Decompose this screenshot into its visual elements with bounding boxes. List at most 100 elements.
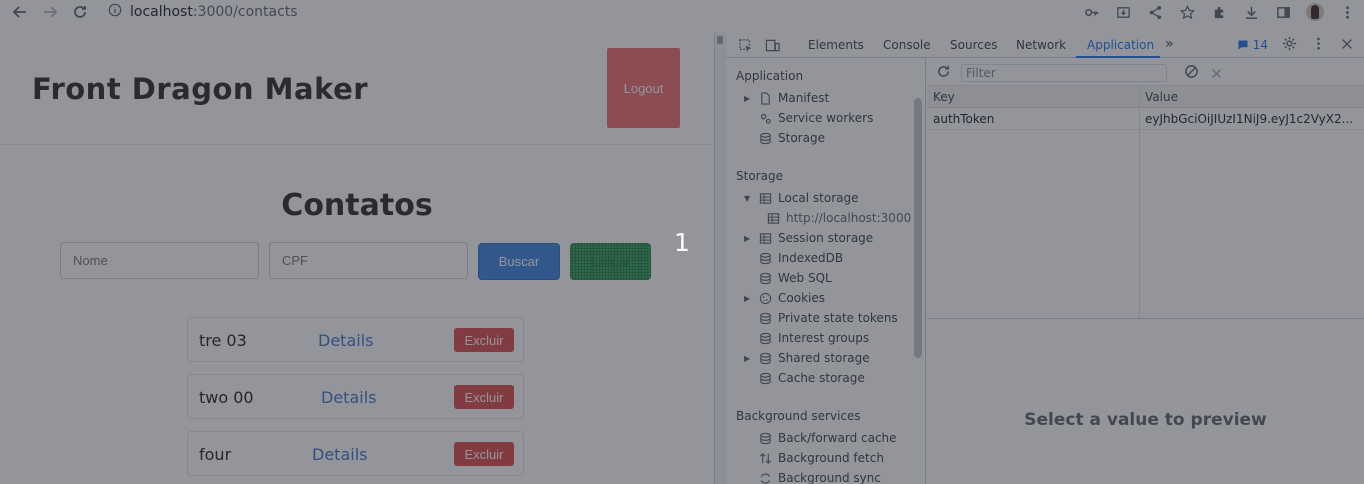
sidebar-item-label: Service workers [778, 111, 874, 125]
downloads-icon[interactable] [1242, 3, 1260, 21]
close-devtools-icon[interactable] [1340, 37, 1354, 54]
bookmark-star-icon[interactable] [1178, 3, 1196, 21]
browser-toolbar: localhost:3000/contacts [0, 0, 1364, 24]
storage-table-header: Key Value [927, 86, 1364, 108]
sidebar-item-indexeddb[interactable]: IndexedDB [758, 248, 843, 268]
database-icon [758, 251, 772, 265]
sidebar-scrollbar[interactable] [914, 98, 922, 358]
table-row[interactable]: authToken eyJhbGciOiJIUzI1NiJ9.eyJ1c2VyX… [927, 108, 1364, 130]
web-page: Front Dragon Maker Logout Contatos Busca… [0, 32, 714, 484]
sidebar-item-label: http://localhost:3000 [786, 211, 912, 225]
sidebar-item-label: Background fetch [778, 451, 884, 465]
sidebar-item-label: Shared storage [778, 351, 870, 365]
install-app-icon[interactable] [1114, 3, 1132, 21]
url-path: :3000/contacts [192, 4, 298, 20]
contact-name: tre 03 [199, 331, 247, 350]
table-grid-icon [758, 231, 772, 245]
sidebar-item-interest-groups[interactable]: Interest groups [758, 328, 869, 348]
expand-arrow-icon[interactable]: ▶ [744, 94, 752, 103]
sidebar-item-shared-storage[interactable]: ▶ Shared storage [744, 348, 870, 368]
delete-button[interactable]: Excluir [454, 442, 514, 466]
site-info-icon[interactable] [108, 3, 122, 21]
value-column-header[interactable]: Value [1145, 90, 1178, 104]
browser-menu-kebab-icon[interactable] [1338, 3, 1356, 21]
sidebar-item-label: Private state tokens [778, 311, 898, 325]
key-icon[interactable] [1082, 3, 1100, 21]
sidebar-heading-background-services: Background services [736, 409, 861, 423]
contact-name: four [199, 445, 232, 464]
reload-icon[interactable] [70, 2, 90, 22]
refresh-icon[interactable] [936, 64, 951, 83]
messages-badge[interactable]: 14 [1237, 38, 1268, 52]
filter-input[interactable]: Filter [961, 64, 1167, 82]
share-icon[interactable] [1146, 3, 1164, 21]
tab-network[interactable]: Network [1016, 38, 1066, 52]
up-down-arrows-icon [758, 451, 772, 465]
address-bar[interactable]: localhost:3000/contacts [108, 3, 298, 21]
settings-gear-icon[interactable] [1282, 36, 1297, 54]
sidebar-item-cookies[interactable]: ▶ Cookies [744, 288, 825, 308]
devtools-tab-bar: Elements Console Sources Network Applica… [726, 32, 1364, 58]
expand-arrow-icon[interactable]: ▶ [744, 234, 752, 243]
details-link[interactable]: Details [312, 445, 367, 464]
tab-elements[interactable]: Elements [808, 38, 864, 52]
tab-console[interactable]: Console [883, 38, 931, 52]
splitter-grip-handle[interactable] [717, 36, 723, 44]
sidebar-item-label: Storage [778, 131, 825, 145]
delete-button[interactable]: Excluir [454, 385, 514, 409]
message-icon [1238, 40, 1248, 50]
details-link[interactable]: Details [321, 388, 376, 407]
sidebar-item-background-fetch[interactable]: Background fetch [758, 448, 884, 468]
extensions-puzzle-icon[interactable] [1210, 3, 1228, 21]
storage-toolbar: Filter [927, 58, 1364, 86]
table-grid-icon [766, 211, 780, 225]
forward-arrow-icon[interactable] [40, 2, 60, 22]
expand-arrow-icon[interactable]: ▶ [744, 354, 752, 363]
preview-pane-divider[interactable] [927, 318, 1364, 319]
sidebar-item-label: Session storage [778, 231, 874, 245]
sidebar-item-label: Back/forward cache [778, 431, 897, 445]
sidebar-heading-application: Application [736, 69, 804, 83]
clear-all-block-icon[interactable] [1184, 64, 1199, 83]
device-toolbar-icon[interactable] [763, 36, 781, 54]
back-arrow-icon[interactable] [10, 2, 30, 22]
contact-card: tre 03 Details Excluir [187, 317, 524, 362]
details-link[interactable]: Details [318, 331, 373, 350]
side-panel-icon[interactable] [1274, 3, 1292, 21]
devtools-actions: 14 [1237, 36, 1354, 54]
sidebar-item-service-workers[interactable]: Service workers [758, 108, 873, 128]
sidebar-item-background-sync[interactable]: Background sync [758, 468, 881, 484]
sidebar-item-cache-storage[interactable]: Cache storage [758, 368, 865, 388]
sidebar-item-storage[interactable]: Storage [758, 128, 825, 148]
expand-arrow-icon[interactable]: ▶ [744, 294, 752, 303]
collapse-arrow-icon[interactable]: ▼ [744, 194, 752, 203]
inspect-element-icon[interactable] [736, 36, 754, 54]
sidebar-item-label: Cache storage [778, 371, 865, 385]
cpf-search-input[interactable] [269, 242, 468, 279]
sidebar-item-localhost-origin[interactable]: http://localhost:3000 [766, 208, 911, 228]
clear-button[interactable]: Limpar [570, 243, 651, 280]
delete-button[interactable]: Excluir [454, 328, 514, 352]
sidebar-item-private-state-tokens[interactable]: Private state tokens [758, 308, 898, 328]
sidebar-item-manifest[interactable]: ▶ Manifest [744, 88, 829, 108]
search-button[interactable]: Buscar [478, 243, 560, 280]
logout-button[interactable]: Logout [607, 48, 680, 128]
sidebar-item-back-forward-cache[interactable]: Back/forward cache [758, 428, 897, 448]
tab-application[interactable]: Application [1087, 38, 1154, 52]
sidebar-item-label: Background sync [778, 471, 881, 484]
devtools-menu-kebab-icon[interactable] [1311, 36, 1326, 54]
more-tabs-chevron-icon[interactable]: » [1165, 36, 1174, 52]
key-column-header[interactable]: Key [933, 90, 955, 104]
profile-avatar[interactable] [1306, 3, 1324, 21]
tab-sources[interactable]: Sources [950, 38, 997, 52]
sidebar-item-session-storage[interactable]: ▶ Session storage [744, 228, 873, 248]
sidebar-item-label: Web SQL [778, 271, 832, 285]
delete-selected-x-icon[interactable] [1210, 65, 1223, 84]
devtools-splitter[interactable] [714, 32, 726, 484]
sidebar-item-local-storage[interactable]: ▼ Local storage [744, 188, 859, 208]
name-search-input[interactable] [60, 242, 259, 279]
storage-viewer: Filter Key Value authToken eyJhbGciOiJIU… [927, 58, 1364, 484]
sidebar-item-web-sql[interactable]: Web SQL [758, 268, 832, 288]
preview-placeholder: Select a value to preview [1024, 410, 1267, 430]
application-sidebar: Application ▶ Manifest Service workers S… [726, 58, 926, 484]
